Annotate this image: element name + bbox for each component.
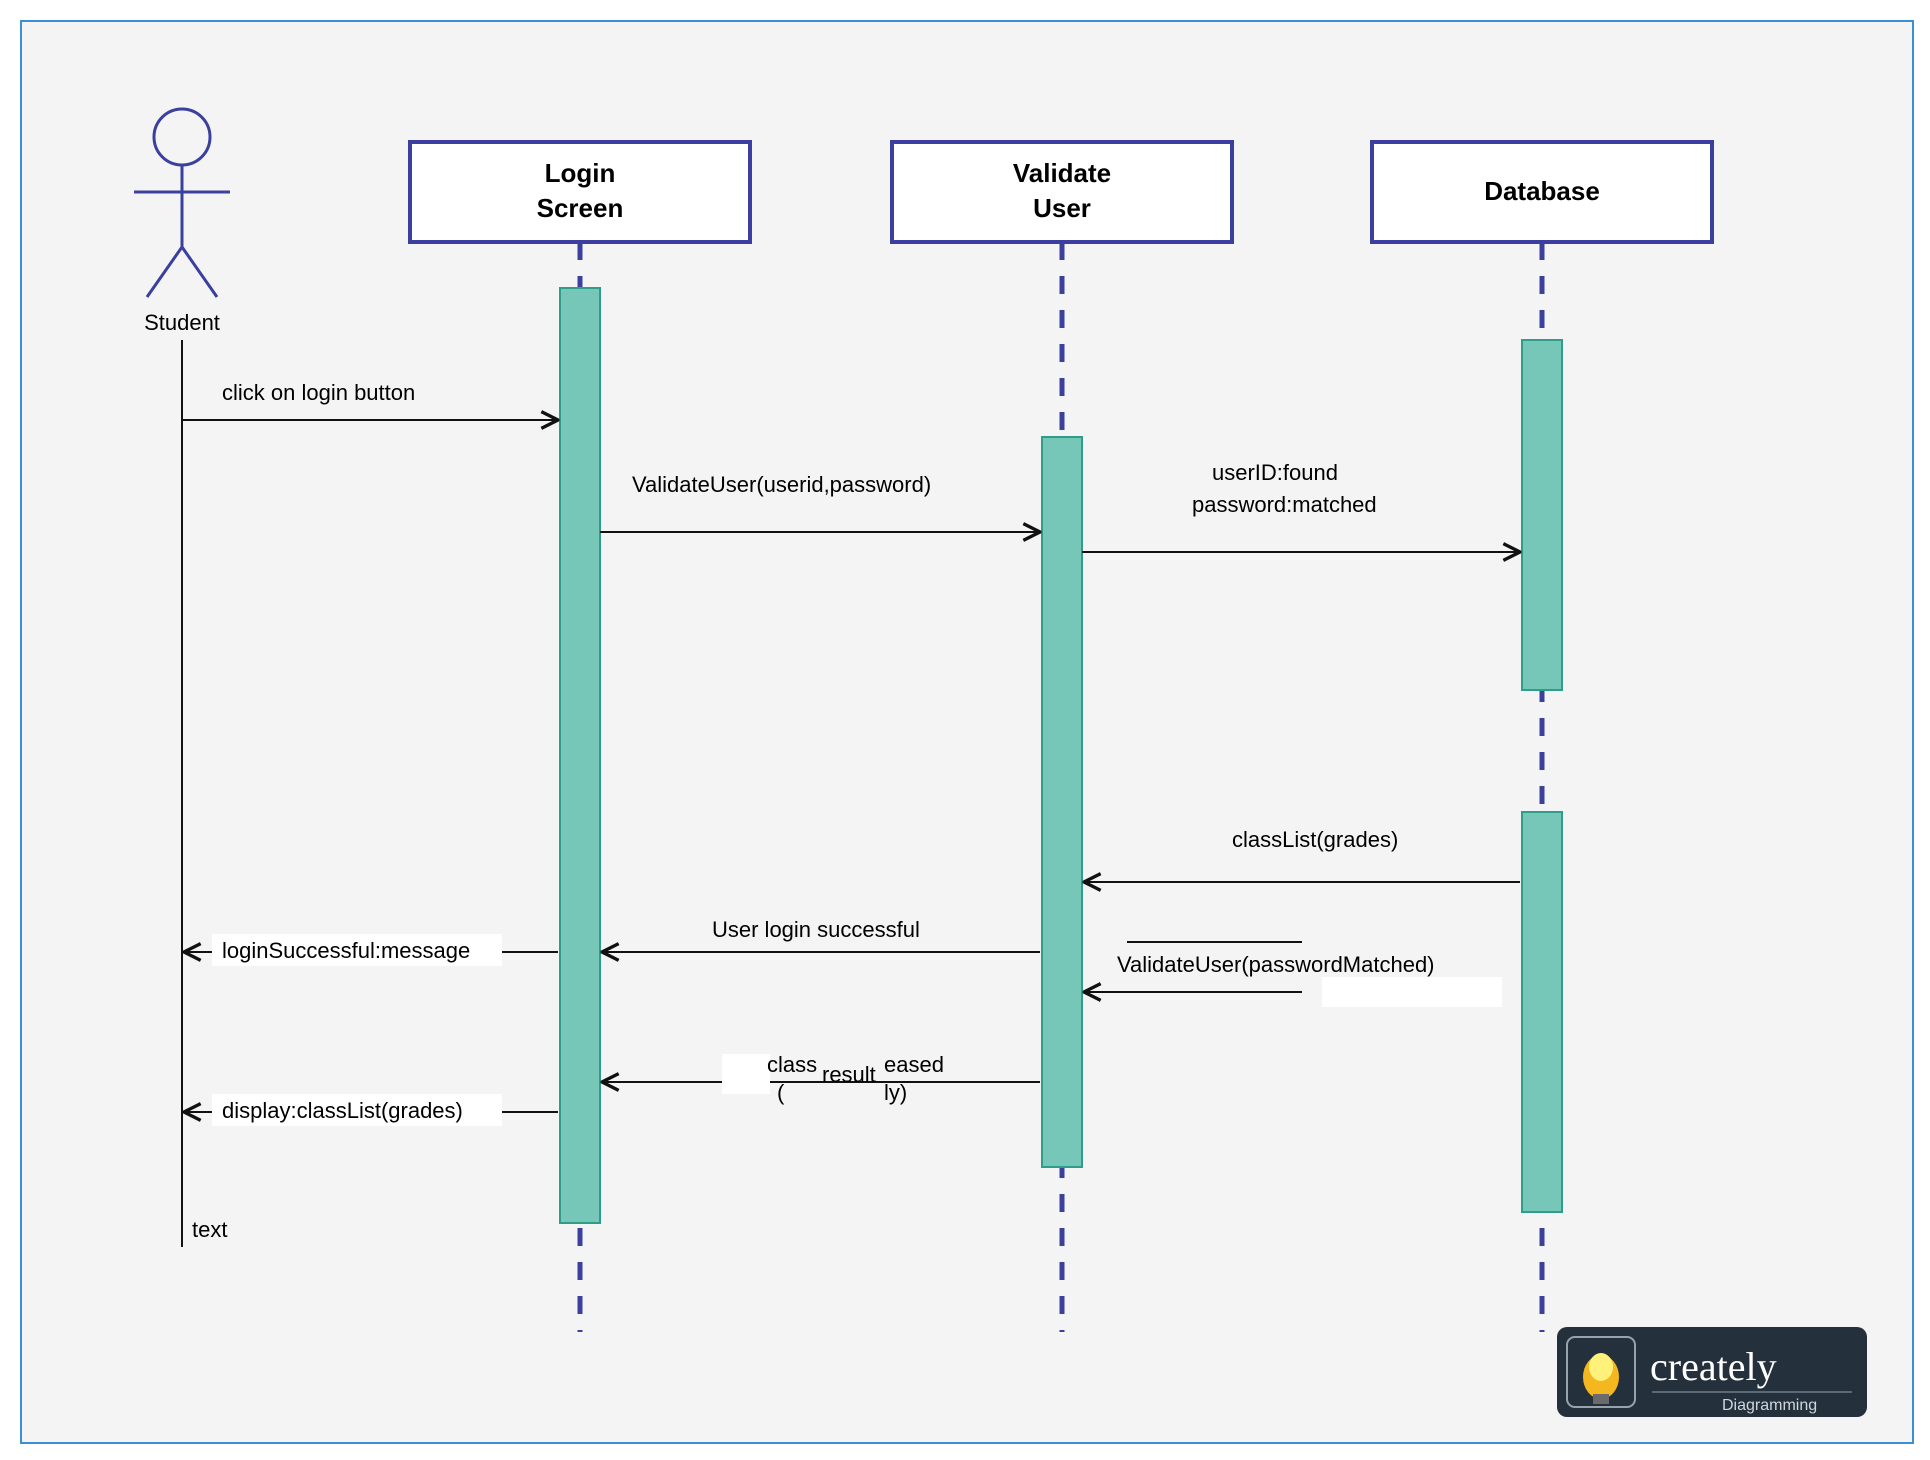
message-validate-user-label: ValidateUser(userid,password)	[632, 472, 931, 497]
lifeline-validate-label1: Validate	[1013, 158, 1111, 188]
lifeline-validate: Validate User	[892, 142, 1232, 1332]
lifeline-database: Database	[1372, 142, 1712, 1332]
message-click-login-label: click on login button	[222, 380, 415, 405]
lifeline-login-label1: Login	[545, 158, 616, 188]
creately-logo-name: creately	[1650, 1344, 1777, 1389]
message-classlist-released-d: (	[777, 1080, 785, 1105]
lifeline-login-label2: Screen	[537, 193, 624, 223]
message-classlist-return-label: classList(grades)	[1232, 827, 1398, 852]
message-classlist-released-c: eased	[884, 1052, 944, 1077]
actor-label: Student	[144, 310, 220, 335]
lifeline-validate-label2: User	[1033, 193, 1091, 223]
creately-logo-tag: Diagramming	[1722, 1397, 1817, 1414]
activation-validate	[1042, 437, 1082, 1167]
activation-login	[560, 288, 600, 1223]
message-pwmatched-label: ValidateUser(passwordMatched)	[1117, 952, 1435, 977]
message-userid-found-label2: password:matched	[1192, 492, 1377, 517]
lifeline-database-label1: Database	[1484, 176, 1600, 206]
message-login-success-label: User login successful	[712, 917, 920, 942]
message-userid-found-label1: userID:found	[1212, 460, 1338, 485]
lifeline-login: Login Screen	[410, 142, 750, 1332]
creately-logo: creately Diagramming	[1557, 1327, 1867, 1417]
message-classlist-released-b: result	[822, 1062, 876, 1087]
message-login-success-to-student-label: loginSuccessful:message	[222, 938, 470, 963]
message-classlist-released-e: ly)	[884, 1080, 907, 1105]
activation-database-1	[1522, 340, 1562, 690]
message-classlist-released-a: class	[767, 1052, 817, 1077]
actor-bottom-label: text	[192, 1217, 227, 1242]
actor-student-icon	[134, 109, 230, 297]
diagram-frame: Student text Login Screen Validate User	[20, 20, 1914, 1444]
message-display-classlist-label: display:classList(grades)	[222, 1098, 463, 1123]
activation-database-2	[1522, 812, 1562, 1212]
